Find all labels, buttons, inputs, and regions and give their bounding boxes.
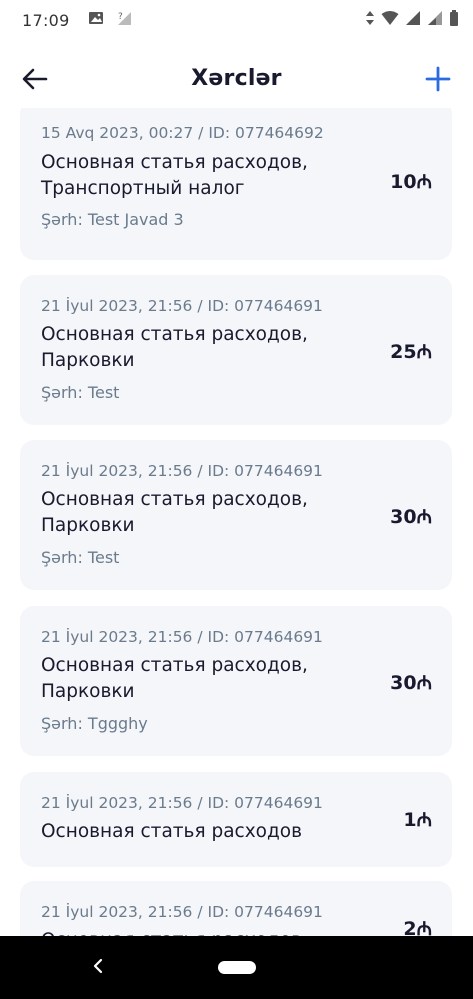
expense-meta: 21 İyul 2023, 21:56 / ID: 077464691 [41, 297, 323, 315]
wifi-icon [381, 10, 399, 30]
expense-amount: 1₼ [403, 809, 432, 831]
nav-home-pill[interactable] [218, 961, 256, 974]
data-arrows-icon [365, 10, 375, 30]
expense-comment: Şərh: Tggghy [41, 714, 148, 733]
expense-meta: 21 İyul 2023, 21:56 / ID: 077464691 [41, 628, 323, 646]
expense-title: Основная статья расходов, Парковки [41, 489, 308, 536]
signal-strength-2-icon [427, 10, 443, 30]
expense-amount: 25₼ [390, 341, 432, 363]
status-time: 17:09 [22, 10, 70, 30]
expense-title: Основная статья расходов [41, 928, 361, 936]
expense-card[interactable]: 21 İyul 2023, 21:56 / ID: 077464691 Осно… [20, 275, 452, 425]
expense-amount: 2₼ [403, 918, 432, 936]
expense-title: Основная статья расходов, Парковки [41, 655, 308, 702]
expense-comment: Şərh: Test [41, 548, 120, 567]
expense-title: Основная статья расходов, Транспортный н… [41, 152, 308, 199]
expense-meta: 15 Avq 2023, 00:27 / ID: 077464692 [41, 124, 324, 142]
app-header: Xərclər [0, 48, 473, 108]
expense-card[interactable]: 21 İyul 2023, 21:56 / ID: 077464691 Осно… [20, 606, 452, 756]
signal-strength-icon [405, 10, 421, 30]
expense-comment: Şərh: Test [41, 383, 120, 402]
expense-title: Основная статья расходов [41, 821, 302, 842]
back-button[interactable] [18, 62, 52, 96]
nav-back-icon[interactable] [88, 954, 108, 978]
battery-icon [449, 10, 459, 30]
expense-amount: 30₼ [390, 506, 432, 528]
expense-amount: 10₼ [390, 171, 432, 193]
plus-icon [425, 66, 451, 92]
expense-amount: 30₼ [390, 672, 432, 694]
expense-title: Основная статья расходов, Парковки [41, 324, 308, 371]
expense-card[interactable]: 21 İyul 2023, 21:56 / ID: 077464691 Осно… [20, 772, 452, 867]
add-expense-button[interactable] [421, 62, 455, 96]
system-nav-bar [0, 936, 473, 999]
svg-text:?: ? [118, 12, 123, 22]
no-signal-icon: ? [116, 10, 132, 30]
gallery-icon [88, 10, 104, 30]
expense-card[interactable]: 21 İyul 2023, 21:56 / ID: 077464691 Осно… [20, 881, 452, 936]
expense-card[interactable]: 21 İyul 2023, 21:56 / ID: 077464691 Осно… [20, 440, 452, 590]
expense-list[interactable]: 15 Avq 2023, 00:27 / ID: 077464692 Основ… [0, 108, 473, 936]
expense-meta: 21 İyul 2023, 21:56 / ID: 077464691 [41, 903, 323, 921]
status-bar: 17:09 ? [0, 0, 473, 40]
expense-card[interactable]: 15 Avq 2023, 00:27 / ID: 077464692 Основ… [20, 108, 452, 260]
expense-comment: Şərh: Test Javad 3 [41, 210, 184, 229]
arrow-left-icon [22, 68, 48, 90]
expense-meta: 21 İyul 2023, 21:56 / ID: 077464691 [41, 462, 323, 480]
page-title: Xərclər [191, 65, 282, 91]
expense-meta: 21 İyul 2023, 21:56 / ID: 077464691 [41, 794, 323, 812]
